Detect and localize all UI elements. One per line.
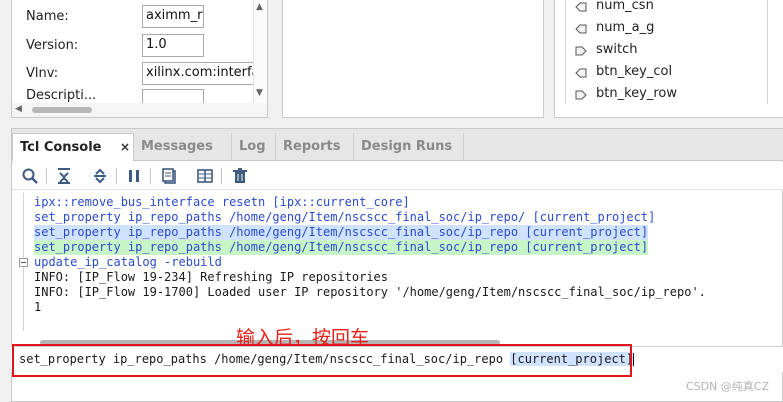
console-line: ipx::remove_bus_interface resetn [ipx::c… [34, 195, 410, 209]
name-row: Name: aximm_rtl [12, 5, 267, 29]
output-port-icon [575, 46, 587, 56]
port-item[interactable]: num_csn [575, 0, 775, 17]
toolbar-separator [221, 168, 222, 184]
show-columns-icon[interactable] [196, 167, 214, 185]
watermark: CSDN @纯真CZ [685, 380, 769, 393]
ip-properties-panel: Name: aximm_rtl Version: 1.0 Vlnv: xilin… [11, 0, 268, 118]
toolbar-separator [116, 168, 117, 184]
copy-icon[interactable] [160, 167, 178, 185]
scroll-up-icon[interactable]: ▲ [256, 2, 263, 12]
console-line-highlighted: set_property ip_repo_paths /home/geng/It… [34, 225, 649, 240]
console-line-highlighted: set_property ip_repo_paths /home/geng/It… [34, 240, 649, 255]
port-item[interactable]: btn_key_row [575, 85, 775, 105]
scroll-down-icon[interactable]: ▼ [256, 88, 263, 98]
vlnv-label: Vlnv: [26, 66, 59, 81]
version-field[interactable]: 1.0 [142, 34, 204, 57]
tab-label: Reports [283, 139, 341, 154]
port-item[interactable]: switch [575, 41, 775, 61]
description-label: Descripti... [26, 88, 97, 103]
close-icon[interactable]: × [120, 140, 130, 154]
console-output[interactable]: ipx::remove_bus_interface resetn [ipx::c… [12, 193, 783, 331]
console-tab-bar: Tcl Console × Messages Log Reports Desig… [12, 129, 783, 162]
console-line: set_property ip_repo_paths /home/geng/It… [34, 210, 656, 224]
horizontal-scroll-thumb[interactable] [32, 107, 92, 113]
vlnv-row: Vlnv: xilinx.com:interfac [12, 62, 267, 86]
console-line: INFO: [IP_Flow 19-234] Refreshing IP rep… [34, 270, 389, 284]
console-toolbar [12, 162, 783, 190]
console-line: INFO: [IP_Flow 19-1700] Loaded user IP r… [34, 285, 706, 299]
port-label: btn_key_row [596, 86, 677, 101]
port-item[interactable]: btn_key_col [575, 63, 775, 83]
text-caret [633, 353, 635, 366]
scroll-left-icon[interactable]: ◀ [15, 104, 22, 114]
output-port-icon [575, 90, 587, 100]
port-label: num_a_g [596, 20, 655, 35]
console-line: update_ip_catalog -rebuild [34, 255, 222, 269]
port-label: switch [596, 42, 638, 57]
tab-tcl-console[interactable]: Tcl Console × [12, 133, 134, 162]
ports-panel: num_csn num_a_g switch btn_key_col btn_k… [554, 0, 783, 118]
version-label: Version: [26, 38, 79, 53]
center-panel [282, 0, 544, 118]
properties-vertical-scrollbar[interactable]: ▲ ▼ [253, 0, 267, 104]
input-port-icon [575, 24, 587, 34]
tab-design-runs[interactable]: Design Runs [354, 133, 464, 161]
tab-label: Log [239, 139, 266, 154]
port-label: num_csn [596, 0, 654, 13]
tab-log[interactable]: Log [232, 133, 276, 161]
tab-label: Tcl Console [20, 140, 102, 155]
tab-label: Design Runs [361, 139, 453, 154]
collapse-all-icon[interactable] [55, 167, 73, 185]
expand-all-icon[interactable] [91, 167, 109, 185]
tab-label: Messages [141, 139, 213, 154]
tree-guide-line [565, 0, 566, 104]
input-port-icon [575, 68, 587, 78]
tab-messages[interactable]: Messages [134, 133, 232, 161]
toolbar-separator [150, 168, 151, 184]
search-icon[interactable] [21, 167, 39, 185]
toolbar-separator [46, 168, 47, 184]
port-item[interactable]: num_a_g [575, 19, 775, 39]
pause-icon[interactable] [125, 167, 143, 185]
version-row: Version: 1.0 [12, 34, 267, 58]
input-port-icon [575, 2, 587, 12]
console-line: 1 [34, 300, 42, 314]
annotation-highlight-box [12, 344, 632, 377]
delete-icon[interactable] [231, 167, 249, 185]
fold-icon[interactable] [19, 258, 28, 267]
name-field[interactable]: aximm_rtl [142, 5, 204, 28]
name-label: Name: [26, 9, 69, 24]
properties-horizontal-scrollbar[interactable]: ◀ [12, 103, 267, 117]
tab-reports[interactable]: Reports [276, 133, 354, 161]
vlnv-field[interactable]: xilinx.com:interfac [142, 62, 254, 85]
port-label: btn_key_col [596, 64, 673, 79]
